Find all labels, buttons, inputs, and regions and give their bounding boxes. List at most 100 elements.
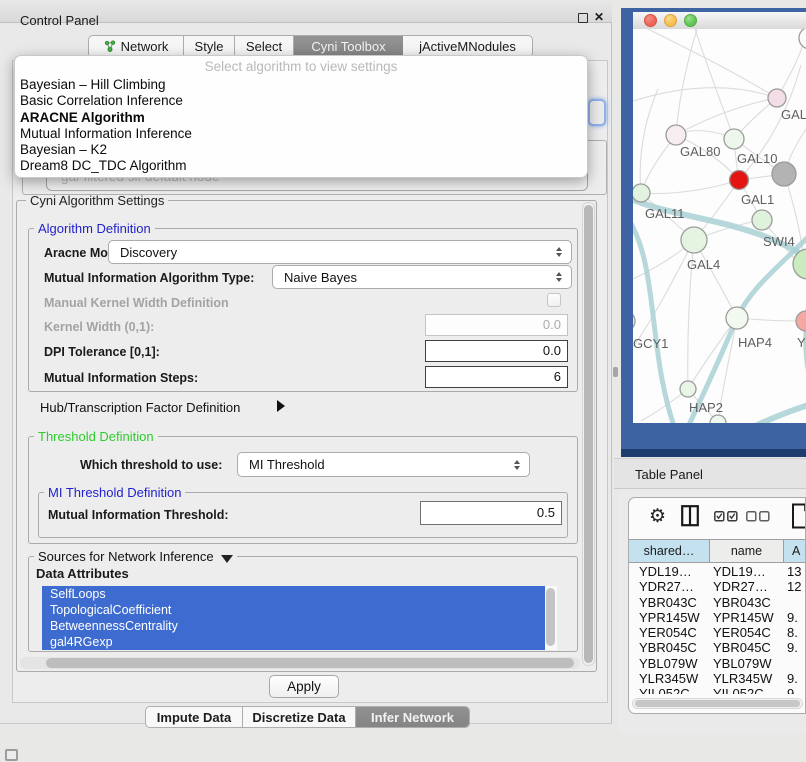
- tab-select[interactable]: Select: [235, 36, 294, 57]
- network-window-titlebar[interactable]: [633, 12, 806, 29]
- node-salmon[interactable]: [796, 311, 806, 331]
- node-label: GAL10: [737, 151, 777, 166]
- close-traffic-light-icon[interactable]: [644, 14, 657, 27]
- manual-kernel-checkbox[interactable]: [547, 293, 561, 307]
- node-gcy1[interactable]: [633, 311, 635, 331]
- popup-item-bayesian-hill-climbing[interactable]: Bayesian – Hill Climbing: [15, 77, 587, 93]
- which-threshold-value: MI Threshold: [238, 457, 509, 472]
- zoom-traffic-light-icon[interactable]: [684, 14, 697, 27]
- column-header-name[interactable]: name: [710, 540, 784, 562]
- attribute-selfloops[interactable]: SelfLoops: [42, 586, 545, 602]
- panel-divider-handle[interactable]: [613, 367, 618, 377]
- sources-title[interactable]: Sources for Network Inference: [34, 549, 237, 564]
- close-icon[interactable]: ✕: [594, 10, 604, 24]
- tab-style[interactable]: Style: [184, 36, 235, 57]
- kernel-width-field[interactable]: 0.0: [425, 314, 568, 336]
- cell-name: YPR145W: [713, 610, 774, 625]
- popup-item-basic-correlation[interactable]: Basic Correlation Inference: [15, 93, 587, 109]
- aracne-mode-combo[interactable]: Discovery: [108, 240, 572, 264]
- node-hap4[interactable]: [726, 307, 748, 329]
- column-header-partial[interactable]: A: [784, 540, 806, 562]
- node-label: GAL11: [645, 206, 685, 221]
- control-panel-titlebar[interactable]: Control Panel ✕: [0, 0, 612, 23]
- node-gal11[interactable]: [633, 184, 650, 202]
- bottom-tabbar: Impute Data Discretize Data Infer Networ…: [145, 706, 470, 728]
- document-icon[interactable]: [791, 503, 806, 529]
- cell-name: YIL052C: [713, 686, 764, 694]
- tab-infer-network[interactable]: Infer Network: [356, 707, 469, 727]
- column-header-partial-label: A: [792, 544, 800, 558]
- which-threshold-combo[interactable]: MI Threshold: [237, 452, 530, 477]
- split-columns-icon[interactable]: [681, 505, 699, 527]
- table-row[interactable]: YDL19… YDL19… 13: [629, 564, 806, 579]
- mi-threshold-field[interactable]: 0.5: [420, 501, 562, 525]
- settings-horizontal-scrollbar-thumb[interactable]: [46, 658, 574, 668]
- minimize-traffic-light-icon[interactable]: [664, 14, 677, 27]
- deselect-all-checkboxes-icon[interactable]: [746, 511, 770, 522]
- attributes-list-scrollbar-thumb[interactable]: [546, 588, 555, 646]
- apply-button[interactable]: Apply: [269, 675, 339, 698]
- table-row[interactable]: YER054C YER054C 8.: [629, 625, 806, 640]
- collapsed-panel-icon[interactable]: [5, 749, 18, 761]
- popup-item-aracne[interactable]: ARACNE Algorithm: [15, 110, 587, 126]
- tab-select-label: Select: [246, 39, 282, 54]
- node-gal-pink[interactable]: [768, 89, 786, 107]
- tab-impute-data[interactable]: Impute Data: [146, 707, 243, 727]
- table-panel-header[interactable]: Table Panel: [614, 458, 806, 489]
- popup-item-mutual-information[interactable]: Mutual Information Inference: [15, 126, 587, 142]
- node-gal4[interactable]: [681, 227, 707, 253]
- settings-horizontal-scrollbar[interactable]: [20, 657, 580, 669]
- dpi-tolerance-field[interactable]: 0.0: [425, 340, 568, 362]
- table-row[interactable]: YPR145W YPR145W 9.: [629, 610, 806, 625]
- column-header-shared-name[interactable]: shared…: [629, 540, 710, 562]
- mi-threshold-definition-title: MI Threshold Definition: [44, 485, 185, 500]
- algorithm-combo-spinner-fragment[interactable]: [588, 99, 606, 126]
- attribute-betweennesscentrality[interactable]: BetweennessCentrality: [42, 618, 545, 634]
- table-row[interactable]: YDR27… YDR27… 12: [629, 579, 806, 594]
- gear-icon[interactable]: ⚙: [649, 507, 666, 526]
- float-window-icon[interactable]: [578, 13, 588, 23]
- node-gal1[interactable]: [752, 210, 772, 230]
- table-row[interactable]: YBL079W YBL079W: [629, 656, 806, 671]
- manual-kernel-label: Manual Kernel Width Definition: [44, 296, 229, 310]
- network-window-bottom-edge: [621, 449, 806, 457]
- table-horizontal-scrollbar-thumb[interactable]: [635, 700, 800, 707]
- node-hap2[interactable]: [680, 381, 696, 397]
- cell-value: 8.: [787, 625, 798, 640]
- popup-item-dream8[interactable]: Dream8 DC_TDC Algorithm: [15, 158, 587, 174]
- expander-right-triangle-icon[interactable]: [277, 400, 285, 412]
- algorithm-definition-title: Algorithm Definition: [34, 221, 155, 236]
- popup-item-bayesian-k2[interactable]: Bayesian – K2: [15, 142, 587, 158]
- table-horizontal-scrollbar[interactable]: [632, 698, 803, 709]
- attributes-list-scrollbar[interactable]: [545, 586, 557, 650]
- network-canvas[interactable]: GAL GAL80 GAL10 GAL1 GAL11 SWI4 GAL4 GCY…: [633, 29, 806, 423]
- table-row[interactable]: YBR045C YBR045C 9.: [629, 640, 806, 655]
- column-header-shared-name-label: shared…: [644, 544, 695, 558]
- hub-expander-label[interactable]: Hub/Transcription Factor Definition: [40, 400, 240, 415]
- network-edge-highlighted: [633, 217, 675, 423]
- tab-cyni-toolbox[interactable]: Cyni Toolbox: [294, 36, 403, 57]
- attribute-gal4rgexp[interactable]: gal4RGexp: [42, 634, 545, 650]
- cell-name: YBR045C: [713, 640, 771, 655]
- node-top-right[interactable]: [799, 29, 806, 49]
- tab-jactivemnodules[interactable]: jActiveMNodules: [403, 36, 532, 57]
- node-red-selected[interactable]: [730, 171, 749, 190]
- table-row[interactable]: YBR043C YBR043C: [629, 595, 806, 610]
- node-gal10[interactable]: [724, 129, 744, 149]
- mi-steps-field[interactable]: 6: [425, 366, 568, 388]
- tab-infer-network-label: Infer Network: [371, 710, 454, 725]
- tab-network[interactable]: Network: [89, 36, 184, 57]
- mi-type-combo[interactable]: Naive Bayes: [272, 265, 572, 289]
- settings-vertical-scrollbar-thumb[interactable]: [584, 205, 593, 663]
- attribute-topologicalcoefficient[interactable]: TopologicalCoefficient: [42, 602, 545, 618]
- settings-vertical-scrollbar[interactable]: [582, 202, 595, 666]
- select-all-checkboxes-icon[interactable]: [714, 511, 738, 522]
- node-gal80[interactable]: [666, 125, 686, 145]
- table-row[interactable]: YLR345W YLR345W 9.: [629, 671, 806, 686]
- tab-discretize-data[interactable]: Discretize Data: [243, 707, 356, 727]
- spinner-arrows-icon: [509, 460, 525, 470]
- table-row[interactable]: YIL052C YIL052C 9.: [629, 686, 806, 694]
- cell-shared-name: YIL052C: [639, 686, 690, 694]
- tab-cyni-toolbox-label: Cyni Toolbox: [311, 39, 385, 54]
- network-view-window[interactable]: GAL GAL80 GAL10 GAL1 GAL11 SWI4 GAL4 GCY…: [621, 8, 806, 457]
